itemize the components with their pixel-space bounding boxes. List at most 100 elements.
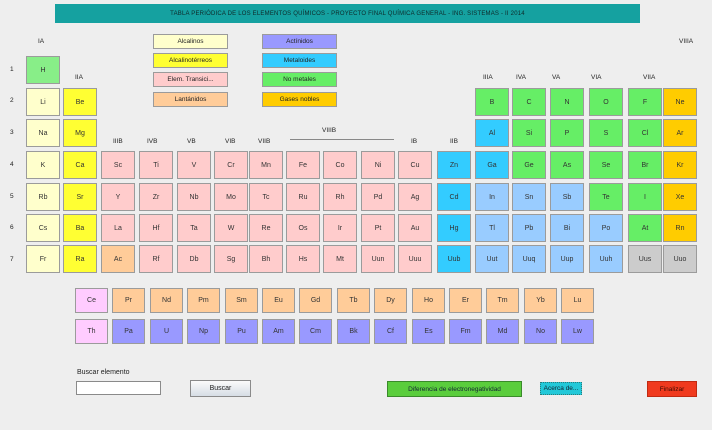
element-cu[interactable]: Cu [398, 151, 432, 179]
element-sm[interactable]: Sm [225, 288, 258, 313]
element-al[interactable]: Al [475, 119, 509, 147]
element-ra[interactable]: Ra [63, 245, 97, 273]
element-re[interactable]: Re [249, 214, 283, 242]
element-uun[interactable]: Uun [361, 245, 395, 273]
element-zr[interactable]: Zr [139, 183, 173, 211]
element-b[interactable]: B [475, 88, 509, 116]
element-mo[interactable]: Mo [214, 183, 248, 211]
element-uuu[interactable]: Uuu [398, 245, 432, 273]
element-lu[interactable]: Lu [561, 288, 594, 313]
element-tc[interactable]: Tc [249, 183, 283, 211]
element-f[interactable]: F [628, 88, 662, 116]
element-cr[interactable]: Cr [214, 151, 248, 179]
element-v[interactable]: V [177, 151, 211, 179]
element-w[interactable]: W [214, 214, 248, 242]
element-ne[interactable]: Ne [663, 88, 697, 116]
element-at[interactable]: At [628, 214, 662, 242]
element-h[interactable]: H [26, 56, 60, 84]
element-y[interactable]: Y [101, 183, 135, 211]
element-sn[interactable]: Sn [512, 183, 546, 211]
element-bk[interactable]: Bk [337, 319, 370, 344]
element-mt[interactable]: Mt [323, 245, 357, 273]
element-uut[interactable]: Uut [475, 245, 509, 273]
element-hf[interactable]: Hf [139, 214, 173, 242]
element-pu[interactable]: Pu [225, 319, 258, 344]
element-cd[interactable]: Cd [437, 183, 471, 211]
search-input[interactable] [76, 381, 161, 395]
element-rf[interactable]: Rf [139, 245, 173, 273]
element-am[interactable]: Am [262, 319, 295, 344]
element-cs[interactable]: Cs [26, 214, 60, 242]
element-p[interactable]: P [550, 119, 584, 147]
element-rh[interactable]: Rh [323, 183, 357, 211]
element-sc[interactable]: Sc [101, 151, 135, 179]
element-cf[interactable]: Cf [374, 319, 407, 344]
element-se[interactable]: Se [589, 151, 623, 179]
element-n[interactable]: N [550, 88, 584, 116]
element-te[interactable]: Te [589, 183, 623, 211]
element-pt[interactable]: Pt [361, 214, 395, 242]
element-o[interactable]: O [589, 88, 623, 116]
element-bi[interactable]: Bi [550, 214, 584, 242]
element-la[interactable]: La [101, 214, 135, 242]
element-tm[interactable]: Tm [486, 288, 519, 313]
element-er[interactable]: Er [449, 288, 482, 313]
element-k[interactable]: K [26, 151, 60, 179]
element-cl[interactable]: Cl [628, 119, 662, 147]
element-yb[interactable]: Yb [524, 288, 557, 313]
element-os[interactable]: Os [286, 214, 320, 242]
element-sb[interactable]: Sb [550, 183, 584, 211]
element-mg[interactable]: Mg [63, 119, 97, 147]
element-ru[interactable]: Ru [286, 183, 320, 211]
element-si[interactable]: Si [512, 119, 546, 147]
element-no[interactable]: No [524, 319, 557, 344]
element-dy[interactable]: Dy [374, 288, 407, 313]
element-pd[interactable]: Pd [361, 183, 395, 211]
element-tb[interactable]: Tb [337, 288, 370, 313]
element-nb[interactable]: Nb [177, 183, 211, 211]
search-button[interactable]: Buscar [190, 380, 251, 397]
element-zn[interactable]: Zn [437, 151, 471, 179]
element-ag[interactable]: Ag [398, 183, 432, 211]
element-sr[interactable]: Sr [63, 183, 97, 211]
element-uuh[interactable]: Uuh [589, 245, 623, 273]
element-rb[interactable]: Rb [26, 183, 60, 211]
element-eu[interactable]: Eu [262, 288, 295, 313]
element-po[interactable]: Po [589, 214, 623, 242]
element-gd[interactable]: Gd [299, 288, 332, 313]
finish-button[interactable]: Finalizar [647, 381, 697, 397]
element-ti[interactable]: Ti [139, 151, 173, 179]
element-i[interactable]: I [628, 183, 662, 211]
element-uuq[interactable]: Uuq [512, 245, 546, 273]
element-hs[interactable]: Hs [286, 245, 320, 273]
element-ar[interactable]: Ar [663, 119, 697, 147]
element-be[interactable]: Be [63, 88, 97, 116]
element-c[interactable]: C [512, 88, 546, 116]
element-uup[interactable]: Uup [550, 245, 584, 273]
element-db[interactable]: Db [177, 245, 211, 273]
element-ta[interactable]: Ta [177, 214, 211, 242]
element-lw[interactable]: Lw [561, 319, 594, 344]
element-ac[interactable]: Ac [101, 245, 135, 273]
element-co[interactable]: Co [323, 151, 357, 179]
element-br[interactable]: Br [628, 151, 662, 179]
element-md[interactable]: Md [486, 319, 519, 344]
element-s[interactable]: S [589, 119, 623, 147]
element-as[interactable]: As [550, 151, 584, 179]
element-tl[interactable]: Tl [475, 214, 509, 242]
element-uub[interactable]: Uub [437, 245, 471, 273]
element-uus[interactable]: Uus [628, 245, 662, 273]
element-pr[interactable]: Pr [112, 288, 145, 313]
element-ir[interactable]: Ir [323, 214, 357, 242]
element-ge[interactable]: Ge [512, 151, 546, 179]
electronegativity-button[interactable]: Diferencia de electronegatividad [387, 381, 522, 397]
element-kr[interactable]: Kr [663, 151, 697, 179]
element-fe[interactable]: Fe [286, 151, 320, 179]
element-au[interactable]: Au [398, 214, 432, 242]
element-in[interactable]: In [475, 183, 509, 211]
element-pb[interactable]: Pb [512, 214, 546, 242]
element-na[interactable]: Na [26, 119, 60, 147]
element-fr[interactable]: Fr [26, 245, 60, 273]
element-ho[interactable]: Ho [412, 288, 445, 313]
element-ni[interactable]: Ni [361, 151, 395, 179]
